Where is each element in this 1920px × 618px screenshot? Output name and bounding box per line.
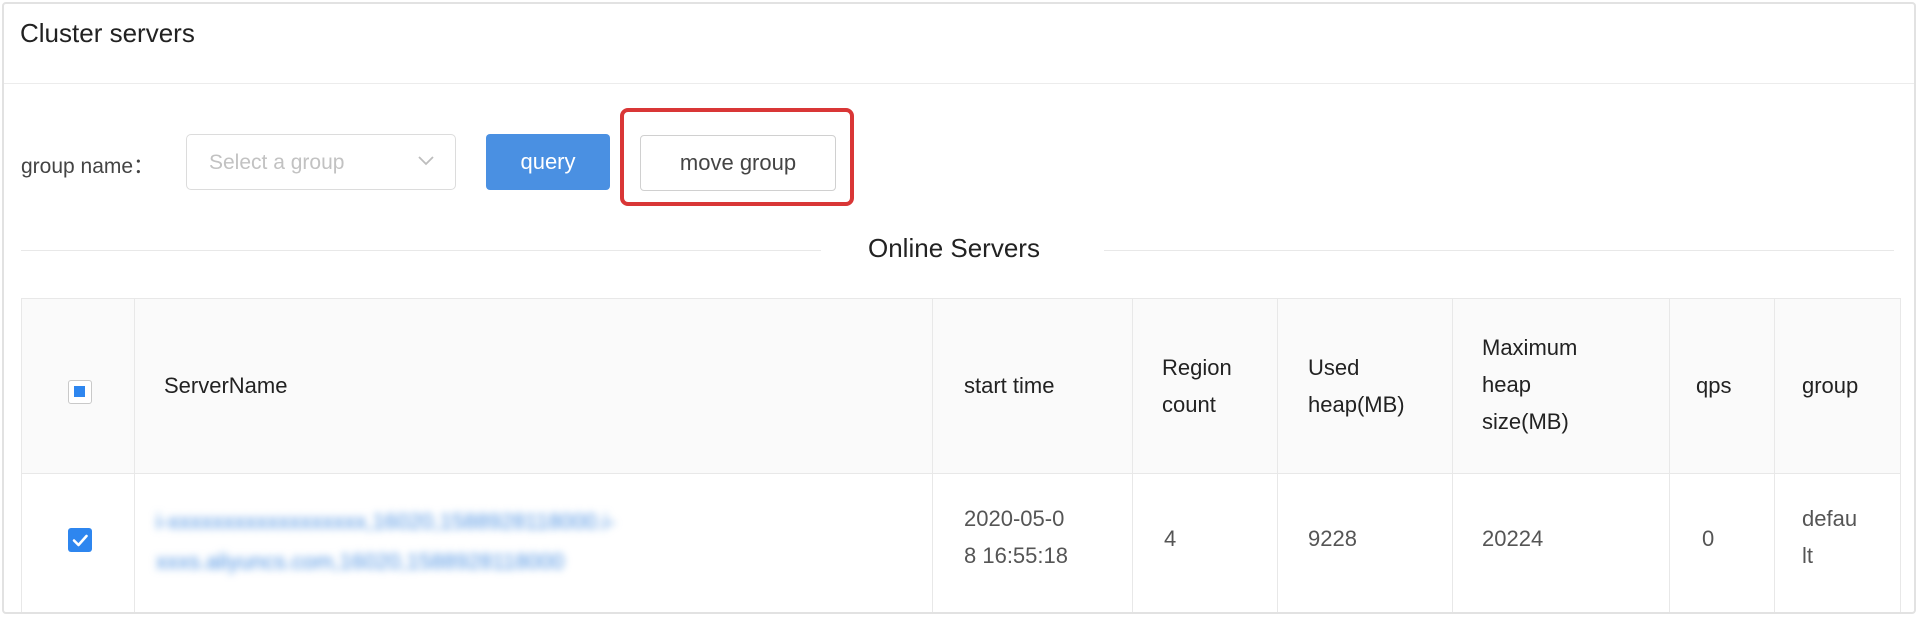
cluster-servers-panel: Cluster servers group name： Select a gro… <box>2 2 1916 614</box>
move-group-button[interactable]: move group <box>640 135 836 191</box>
column-divider <box>134 299 135 612</box>
start-time-cell: 2020-05-0 8 16:55:18 <box>964 500 1068 574</box>
start-time-line: 2020-05-0 <box>964 506 1065 531</box>
column-divider <box>1774 299 1775 612</box>
column-divider <box>1277 299 1278 612</box>
group-select-placeholder: Select a group <box>209 151 345 174</box>
indeterminate-mark <box>74 386 85 397</box>
header-qps[interactable]: qps <box>1696 367 1731 404</box>
max-heap-cell: 20224 <box>1482 526 1544 551</box>
server-name-link[interactable]: i-xxxxxxxxxxxxxxxxxx,16020,1588928118000… <box>156 502 856 582</box>
select-all-checkbox[interactable] <box>68 380 92 404</box>
header-group[interactable]: group <box>1802 367 1858 404</box>
page-title: Cluster servers <box>20 18 195 48</box>
header-max-heap[interactable]: Maximum heap size(MB) <box>1482 329 1577 440</box>
group-name-label: group name： <box>21 155 155 178</box>
header-region-count[interactable]: Region count <box>1162 349 1232 423</box>
chevron-down-icon <box>418 156 434 166</box>
divider-line-left <box>21 250 821 251</box>
row-checkbox[interactable] <box>68 528 92 552</box>
header-max-heap-line: heap <box>1482 372 1531 397</box>
qps-cell: 0 <box>1702 526 1715 551</box>
column-divider <box>1132 299 1133 612</box>
header-used-heap[interactable]: Used heap(MB) <box>1308 349 1405 423</box>
start-time-line: 8 16:55:18 <box>964 543 1068 568</box>
server-name-line: i-xxxxxxxxxxxxxxxxxx,16020,1588928118000… <box>156 509 616 534</box>
server-name-line: xxxs.aliyuncs.com,16020,1588928118000 <box>156 549 565 574</box>
column-divider <box>1452 299 1453 612</box>
online-servers-title: Online Servers <box>868 233 1040 263</box>
header-region-count-line: count <box>1162 392 1216 417</box>
query-button[interactable]: query <box>486 134 610 190</box>
check-icon <box>72 534 88 547</box>
group-line: defau <box>1802 506 1858 531</box>
column-divider <box>1669 299 1670 612</box>
header-max-heap-line: size(MB) <box>1482 409 1569 434</box>
divider-line-right <box>1104 250 1894 251</box>
header-start-time[interactable]: start time <box>964 367 1054 404</box>
group-cell: defau lt <box>1802 500 1857 574</box>
column-divider <box>932 299 933 612</box>
region-count-cell: 4 <box>1164 526 1177 551</box>
group-select[interactable]: Select a group <box>186 134 456 190</box>
header-max-heap-line: Maximum <box>1482 335 1578 360</box>
group-line: lt <box>1802 543 1813 568</box>
table-header <box>22 299 1900 474</box>
servers-table: ServerName start time Region count Used … <box>21 298 1901 612</box>
header-region-count-line: Region <box>1162 355 1232 380</box>
used-heap-cell: 9228 <box>1308 526 1357 551</box>
panel-header: Cluster servers <box>4 4 1914 84</box>
header-used-heap-line: heap(MB) <box>1308 392 1405 417</box>
header-servername[interactable]: ServerName <box>164 367 287 404</box>
header-used-heap-line: Used <box>1308 355 1360 380</box>
